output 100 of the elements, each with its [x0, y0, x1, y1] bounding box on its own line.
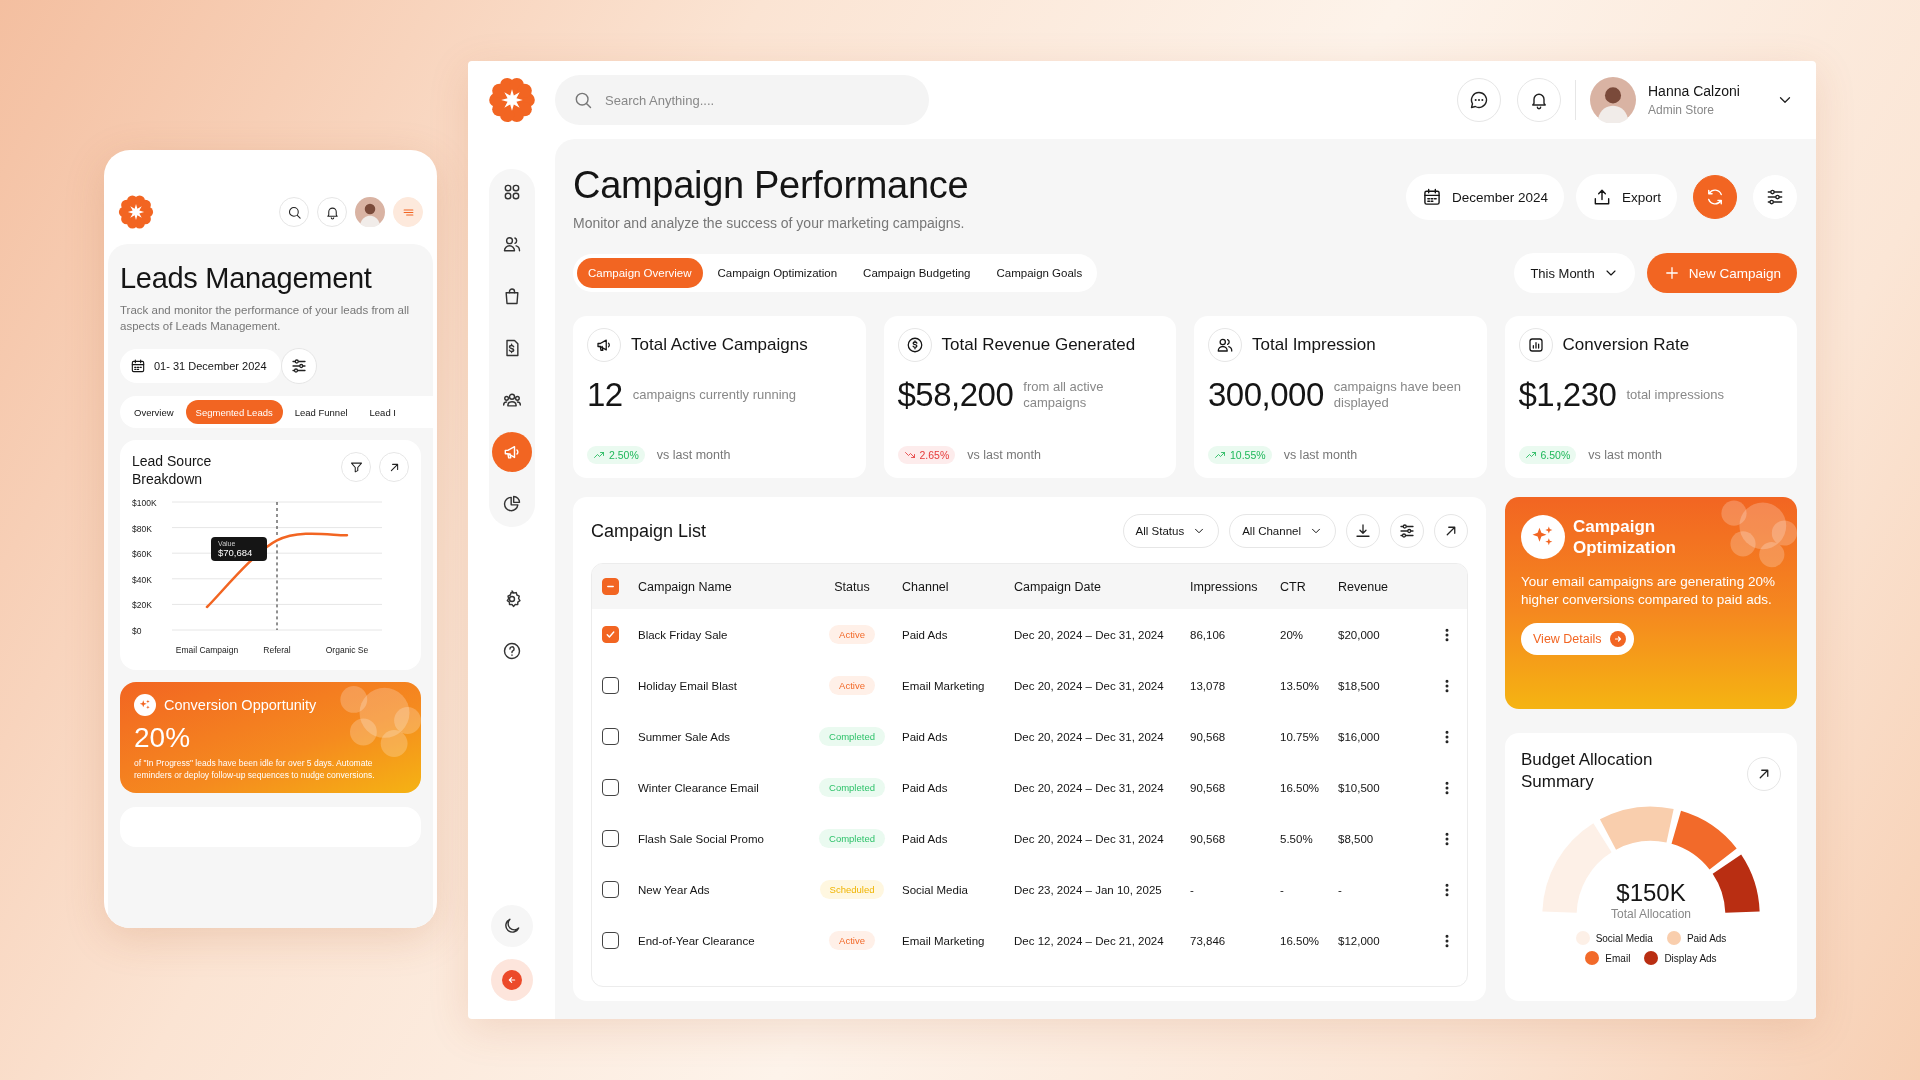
filter-button[interactable]: [280, 348, 317, 385]
legend-label: Display Ads: [1664, 952, 1717, 964]
chat-icon: [1469, 90, 1489, 110]
page-title: Campaign Performance: [573, 163, 969, 207]
table-cell-text: Social Media: [901, 883, 969, 896]
checkbox[interactable]: [602, 881, 619, 898]
tab[interactable]: Lead I: [359, 400, 406, 425]
avatar[interactable]: [355, 197, 385, 227]
total-value: $150K: [1616, 879, 1686, 908]
stat-title: Total Revenue Generated: [941, 335, 1136, 355]
trend-down-icon: [903, 449, 916, 461]
checkbox[interactable]: [602, 626, 619, 643]
table-cell-text: -: [1337, 883, 1343, 896]
axis-label: $40K: [132, 575, 152, 586]
change-badge: 10.55%: [1208, 446, 1272, 464]
table-cell-text: Paid Ads: [901, 628, 949, 641]
user-name: Hanna Calzoni: [1648, 83, 1741, 99]
table-cell-text: Paid Ads: [901, 781, 949, 794]
table-cell-text: Dec 20, 2024 – Dec 31, 2024: [1013, 832, 1165, 845]
legend-label: Paid Ads: [1686, 932, 1727, 944]
download-button[interactable]: [1346, 514, 1380, 548]
checkbox[interactable]: [602, 677, 619, 694]
table-cell-text: 16.50%: [1279, 781, 1320, 794]
status-badge: Active: [829, 676, 875, 695]
axis-label: $20K: [132, 600, 152, 611]
table-cell-text: End-of-Year Clearance: [637, 934, 756, 947]
expand-button[interactable]: [1434, 514, 1468, 548]
table-cell-text: Dec 20, 2024 – Dec 31, 2024: [1013, 781, 1165, 794]
table-cell-text: Paid Ads: [901, 832, 949, 845]
notifications-button[interactable]: [1517, 78, 1561, 122]
date-button[interactable]: December 2024: [1405, 174, 1564, 220]
status-badge: Scheduled: [819, 880, 885, 899]
notifications-button[interactable]: [317, 197, 347, 227]
stat-title: Total Impression: [1252, 335, 1376, 355]
table-cell-text: 90,568: [1189, 730, 1227, 743]
checkbox[interactable]: [602, 779, 619, 796]
column-header: Status: [833, 579, 871, 594]
table-cell-text: 20%: [1279, 628, 1305, 641]
stat-description: campaigns currently running: [632, 386, 797, 404]
export-button[interactable]: Export: [1575, 174, 1677, 220]
axis-label: Referal: [263, 645, 291, 656]
column-header: Campaign Name: [637, 579, 733, 594]
change-badge: 2.50%: [587, 446, 645, 464]
theme-button[interactable]: [490, 905, 533, 947]
tab[interactable]: Campaign Optimization: [706, 258, 849, 288]
page-subtitle: Track and monitor the performance of your leads from all aspects of Leads Management.: [120, 303, 411, 334]
axis-label: $0: [132, 626, 142, 637]
table-cell-text: 13,078: [1189, 679, 1227, 692]
checkbox[interactable]: [602, 578, 619, 595]
card-title: Conversion Opportunity: [164, 697, 317, 714]
logout-button[interactable]: [490, 959, 533, 1001]
table-cell-text: Flash Sale Social Promo: [637, 832, 765, 845]
page-subtitle: Monitor and analyze the success of your marketing campaigns.: [573, 214, 966, 231]
column-header: Campaign Date: [1013, 579, 1102, 594]
table-cell-text: Black Friday Sale: [637, 628, 729, 641]
stat-value: 12: [587, 376, 623, 414]
status-badge: Active: [829, 625, 875, 644]
tab[interactable]: Overview: [124, 400, 184, 425]
legend-label: Social Media: [1595, 932, 1653, 944]
page-title: Leads Management: [120, 262, 373, 295]
table-cell-text: -: [1279, 883, 1285, 896]
date-range-button[interactable]: 01- 31 December 2024: [120, 349, 281, 384]
checkbox[interactable]: [602, 932, 619, 949]
checkbox[interactable]: [602, 728, 619, 745]
card-text: Your email campaigns are generating 20% higher conversions compared to paid ads.: [1521, 573, 1776, 610]
logo-icon[interactable]: [118, 194, 154, 230]
stat-value: 300,000: [1208, 376, 1324, 414]
tab[interactable]: Campaign Goals: [985, 258, 1094, 288]
expand-button[interactable]: [1747, 757, 1781, 791]
period-dropdown[interactable]: This Month: [1514, 253, 1635, 293]
filter-button[interactable]: [341, 452, 371, 483]
table-cell-text: Holiday Email Blast: [637, 679, 739, 692]
dollar-icon: [905, 336, 924, 354]
table-cell-text: $18,500: [1337, 679, 1381, 692]
users-icon: [501, 234, 522, 254]
legend-label: Email: [1605, 952, 1631, 964]
messages-button[interactable]: [1457, 78, 1501, 122]
stat-value: $1,230: [1518, 376, 1617, 414]
checkbox[interactable]: [602, 830, 619, 847]
table-cell-text: $12,000: [1337, 934, 1381, 947]
table-cell-text: 90,568: [1189, 781, 1227, 794]
table-cell-text: Summer Sale Ads: [637, 730, 732, 743]
funnel-icon: [348, 459, 364, 475]
comparison-text: vs last month: [1588, 448, 1662, 462]
tab[interactable]: Lead Funnel: [284, 400, 358, 425]
pie-chart-icon: [501, 494, 522, 514]
search-button[interactable]: [279, 197, 309, 227]
filter-button[interactable]: [1390, 514, 1424, 548]
status-badge: Completed: [819, 778, 885, 797]
logo-icon[interactable]: [487, 76, 536, 124]
table-cell-text: Winter Clearance Email: [637, 781, 760, 794]
search-field[interactable]: Search Anything....: [555, 75, 929, 125]
settings-button[interactable]: [1753, 175, 1797, 219]
comparison-text: vs last month: [1283, 448, 1358, 462]
refresh-button[interactable]: [1693, 175, 1737, 219]
tab[interactable]: Campaign Budgeting: [852, 258, 982, 288]
table-cell-text: 13.50%: [1279, 679, 1320, 692]
search-icon: [573, 90, 593, 110]
axis-label: $100K: [132, 498, 157, 509]
avatar[interactable]: [1590, 77, 1636, 123]
